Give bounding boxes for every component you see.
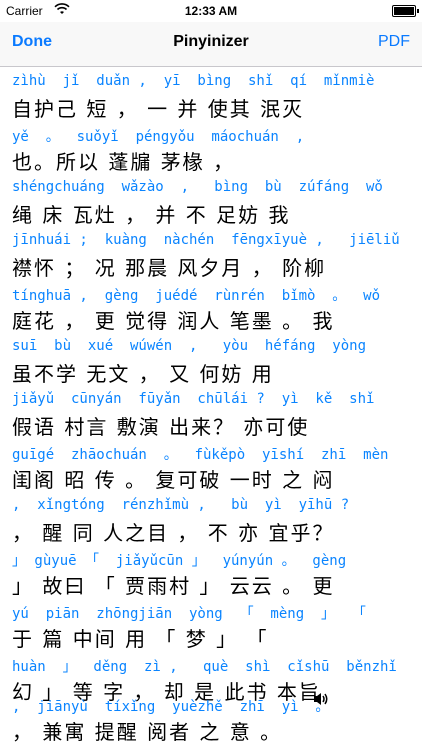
hanzi-line: 襟怀 ； 况 那晨 风夕月 ， 阶柳 xyxy=(12,256,327,280)
pinyin-line: yú piān zhōngjiān yòng 「 mèng 」 「 xyxy=(12,606,366,622)
hanzi-line: 」 故曰 「 贾雨村 」 云云 。 更 xyxy=(12,574,335,598)
pinyin-line: , xǐngtóng rénzhǐmù , bù yì yīhū ? xyxy=(12,497,350,513)
pinyin-line: jīnhuái ; kuàng nàchén fēngxīyuè , jiēli… xyxy=(12,232,400,248)
hanzi-line: 闺阁 昭 传 。 复可破 一时 之 闷 xyxy=(12,468,335,492)
pinyin-line: yě 。 suǒyǐ péngyǒu máochuán , xyxy=(12,129,305,145)
pdf-button[interactable]: PDF xyxy=(378,33,410,51)
hanzi-line: 绳 床 瓦灶 ， 并 不 足妨 我 xyxy=(12,203,291,227)
hanzi-line: 自护己 短 ， 一 并 使其 泯灭 xyxy=(12,97,305,121)
hanzi-line: 虽不学 无文 ， 又 何妨 用 xyxy=(12,362,274,386)
hanzi-line: 于 篇 中间 用 「 梦 」 「 xyxy=(12,627,269,651)
pinyin-text-view[interactable]: zìhù jǐ duǎn , yī bìng shǐ qí mǐnmiè 自护己… xyxy=(0,67,422,750)
pinyin-line: zìhù jǐ duǎn , yī bìng shǐ qí mǐnmiè xyxy=(12,73,375,89)
pinyin-line: guīgé zhāochuán 。 fùkěpò yīshí zhī mèn xyxy=(12,447,389,463)
speaker-icon[interactable] xyxy=(312,690,330,708)
hanzi-line: ， 兼寓 提醒 阅者 之 意 。 xyxy=(12,720,283,744)
pinyin-line: 」 gùyuē 「 jiǎyǔcūn 」 yúnyún 。 gèng xyxy=(12,553,347,569)
hanzi-line: 也。所以 蓬牖 茅椽 ， xyxy=(12,150,236,174)
navigation-bar: Done Pinyinizer PDF xyxy=(0,22,422,67)
page-title: Pinyinizer xyxy=(173,33,249,50)
status-time: 12:33 AM xyxy=(184,4,238,18)
pinyin-line: suī bù xué wúwén , yòu héfáng yòng xyxy=(12,338,367,354)
pinyin-line: tínghuā , gèng juédé rùnrén bǐmò 。 wǒ xyxy=(12,288,381,304)
hanzi-line: 庭花 ， 更 觉得 润人 笔墨 。 我 xyxy=(12,309,335,333)
status-bar: Carrier 12:33 AM xyxy=(0,0,422,22)
pinyin-line: shéngchuáng wǎzào , bìng bù zúfáng wǒ xyxy=(12,179,383,195)
hanzi-line: 假语 村言 敷演 出来？ 亦可使 xyxy=(12,415,310,439)
pinyin-line: jiǎyǔ cūnyán fūyǎn chūlái ? yì kě shǐ xyxy=(12,391,375,407)
pinyin-line: , jiānyù tíxǐng yuèzhě zhī yì 。 xyxy=(12,699,330,715)
pinyin-line: huàn 」 děng zì , què shì cǐshū běnzhǐ xyxy=(12,659,397,675)
hanzi-line: ， 醒 同 人之目 ， 不 亦 宜乎？ xyxy=(12,521,335,545)
battery-icon xyxy=(392,5,419,17)
